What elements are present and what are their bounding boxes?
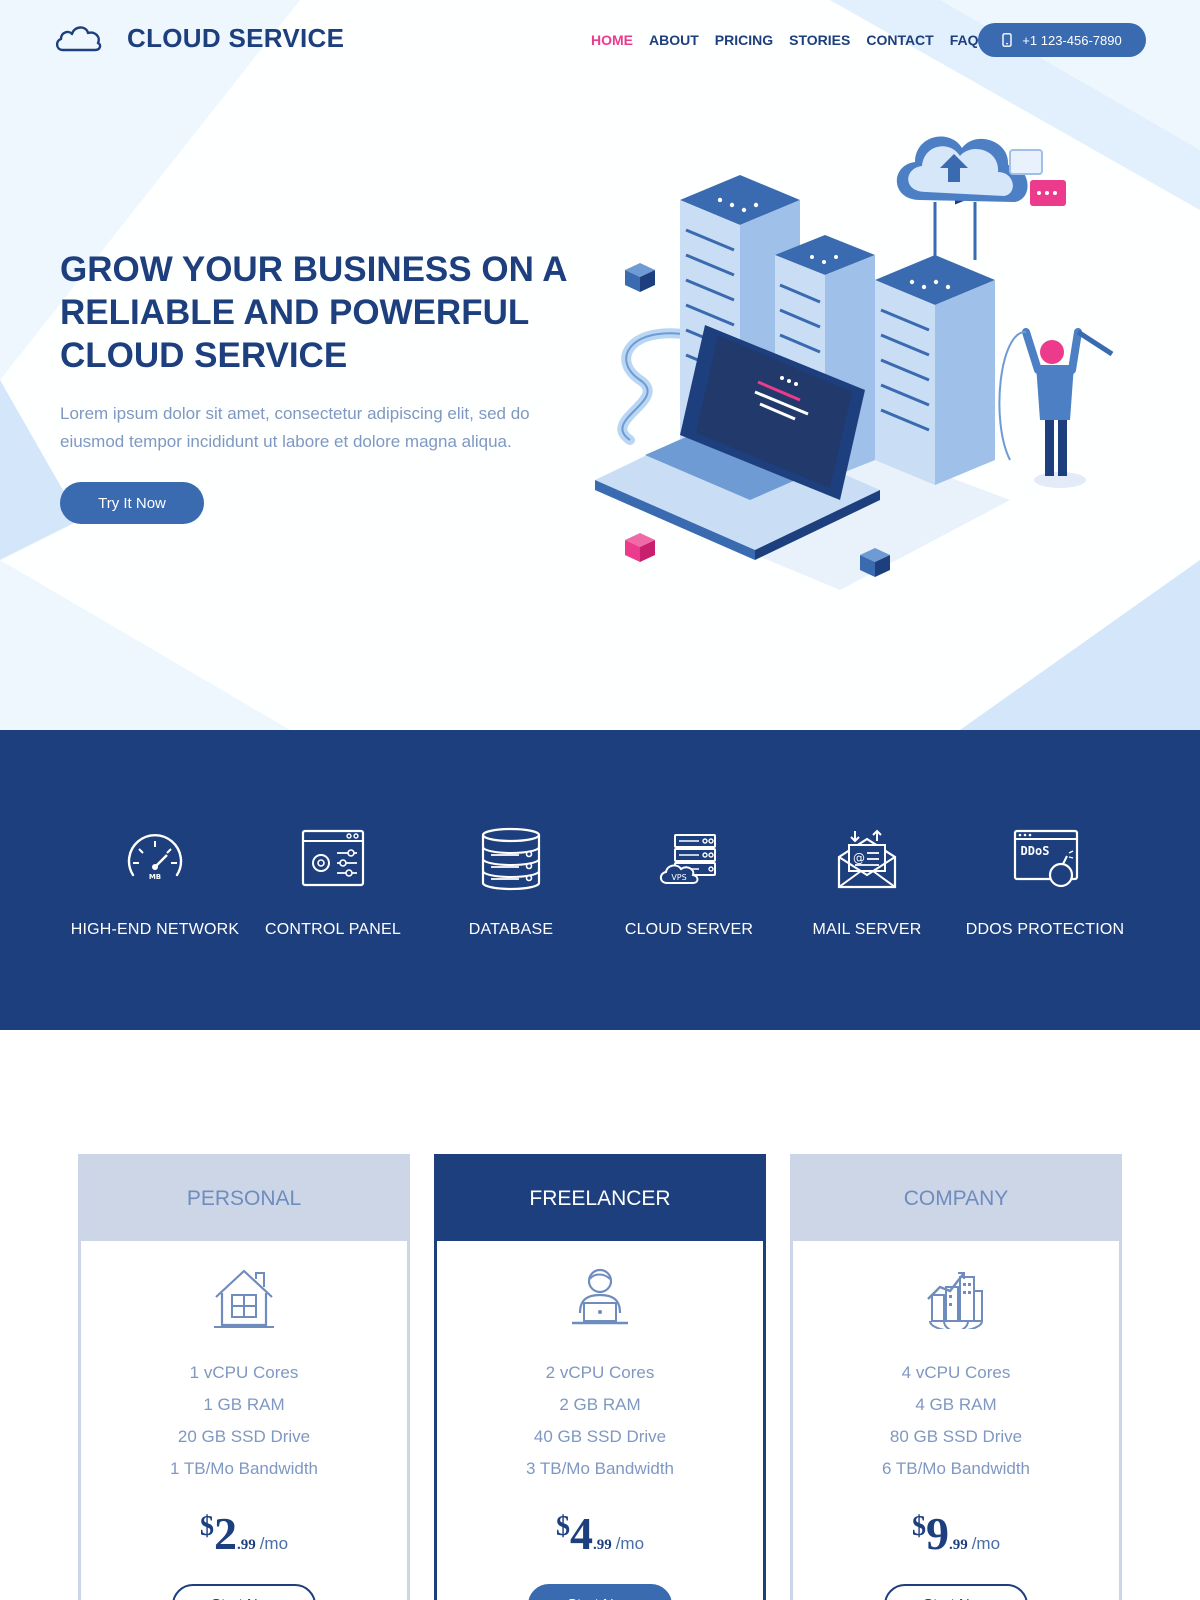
house-icon	[214, 1269, 274, 1328]
nav-home[interactable]: HOME	[591, 32, 633, 48]
price-decimal: .99	[948, 1537, 968, 1553]
plan-feature: 40 GB SSD Drive	[533, 1427, 667, 1446]
nav-faq[interactable]: FAQ	[950, 32, 979, 48]
site-header: CLOUD SERVICE HOME ABOUT PRICING STORIES…	[0, 0, 1200, 80]
ddos-text: DDoS	[1021, 844, 1050, 858]
plan-price: $4.99/mo	[437, 1507, 763, 1560]
feature-control-panel: CONTROL PANEL	[244, 825, 422, 939]
feature-mail-server: @ MAIL SERVER	[778, 825, 956, 939]
feature-ddos-protection: DDoS DDOS PROTECTION	[956, 825, 1134, 939]
vps-text: VPS	[671, 873, 686, 882]
feature-label: DATABASE	[468, 921, 554, 938]
server-illustration	[595, 136, 1114, 590]
feature-high-end-network: MB HIGH-END NETWORK	[66, 825, 244, 939]
plan-name: PERSONAL	[81, 1157, 407, 1241]
plan-feature: 1 TB/Mo Bandwidth	[169, 1459, 319, 1478]
plan-feature: 2 GB RAM	[559, 1395, 641, 1414]
main-nav: HOME ABOUT PRICING STORIES CONTACT FAQ	[591, 32, 979, 48]
price-currency: $	[555, 1511, 570, 1542]
plan-feature: 80 GB SSD Drive	[889, 1427, 1023, 1446]
hero-section: CLOUD SERVICE HOME ABOUT PRICING STORIES…	[0, 0, 1200, 730]
plan-feature: 2 vCPU Cores	[545, 1363, 655, 1382]
control-panel-icon	[301, 829, 365, 887]
plan-name: FREELANCER	[437, 1157, 763, 1241]
feature-label: MAIL SERVER	[812, 921, 922, 938]
plan-feature: 6 TB/Mo Bandwidth	[881, 1459, 1031, 1478]
hero-title-line: CLOUD SERVICE	[60, 336, 348, 375]
feature-label: DDOS PROTECTION	[965, 921, 1125, 938]
plan-name: COMPANY	[793, 1157, 1119, 1241]
feature-label: CLOUD SERVER	[624, 921, 754, 938]
plan-price: $9.99/mo	[793, 1507, 1119, 1560]
phone-icon	[1002, 33, 1012, 47]
nav-stories[interactable]: STORIES	[789, 32, 850, 48]
ddos-icon: DDoS	[1013, 829, 1079, 888]
start-now-button[interactable]: Start Now	[884, 1584, 1028, 1600]
plan-feature: 1 GB RAM	[203, 1395, 285, 1414]
plan-price: $2.99/mo	[81, 1507, 407, 1560]
price-period: /mo	[259, 1534, 289, 1553]
feature-database: DATABASE	[422, 825, 600, 939]
gauge-text: MB	[149, 873, 161, 881]
hero-title-line: GROW YOUR BUSINESS ON A	[60, 250, 568, 289]
plan-features: 1 vCPU Cores 1 GB RAM 20 GB SSD Drive 1 …	[81, 1357, 407, 1485]
brand-name: CLOUD SERVICE	[127, 22, 345, 53]
plan-feature: 4 vCPU Cores	[901, 1363, 1011, 1382]
start-now-button[interactable]: Start Now	[528, 1584, 672, 1600]
feature-cloud-server: VPS CLOUD SERVER	[600, 825, 778, 939]
plan-features: 4 vCPU Cores 4 GB RAM 80 GB SSD Drive 6 …	[793, 1357, 1119, 1485]
freelancer-icon	[572, 1268, 628, 1325]
nav-about[interactable]: ABOUT	[649, 32, 699, 48]
brand[interactable]: CLOUD SERVICE	[53, 22, 344, 54]
cube-icon	[625, 533, 655, 562]
speedometer-icon: MB	[127, 834, 183, 881]
pricing-card-company: COMPANY 4 vCPU Cores 4 GB RAM 80 GB SSD …	[790, 1154, 1122, 1600]
phone-button[interactable]: +1 123-456-7890	[978, 23, 1146, 57]
company-icon	[927, 1272, 983, 1329]
hero-title: GROW YOUR BUSINESS ON A RELIABLE AND POW…	[60, 248, 580, 377]
plan-feature: 20 GB SSD Drive	[177, 1427, 311, 1446]
at-sign-text: @	[853, 851, 865, 865]
upload-cloud-icon	[896, 136, 1028, 260]
mail-server-icon: @	[837, 829, 897, 889]
price-decimal: .99	[592, 1537, 612, 1553]
price-integer: 4	[569, 1508, 593, 1559]
nav-contact[interactable]: CONTACT	[866, 32, 933, 48]
chat-bubble-icon	[1009, 149, 1043, 175]
price-currency: $	[199, 1511, 214, 1542]
try-it-now-button[interactable]: Try It Now	[60, 482, 204, 524]
price-period: /mo	[615, 1534, 645, 1553]
phone-number: +1 123-456-7890	[1022, 32, 1122, 48]
pricing-card-freelancer: FREELANCER 2 vCPU Cores 2 GB RAM 40 GB S…	[434, 1154, 766, 1600]
cloud-server-icon: VPS	[659, 834, 716, 884]
cube-icon	[625, 263, 655, 292]
pricing-card-personal: PERSONAL 1 vCPU Cores 1 GB RAM 20 GB SSD…	[78, 1154, 410, 1600]
feature-label: CONTROL PANEL	[265, 921, 401, 938]
plan-feature: 4 GB RAM	[915, 1395, 997, 1414]
hero-title-line: RELIABLE AND POWERFUL	[60, 293, 530, 332]
start-now-button[interactable]: Start Now	[172, 1584, 316, 1600]
price-currency: $	[911, 1511, 926, 1542]
database-icon	[481, 827, 541, 891]
plan-feature: 3 TB/Mo Bandwidth	[525, 1459, 675, 1478]
person-icon	[998, 328, 1114, 488]
plan-feature: 1 vCPU Cores	[189, 1363, 299, 1382]
features-section: MB HIGH-END NETWORK CONTROL PANEL DATABA…	[0, 730, 1200, 1030]
nav-pricing[interactable]: PRICING	[715, 32, 773, 48]
price-integer: 2	[213, 1508, 237, 1559]
feature-label: HIGH-END NETWORK	[70, 921, 240, 938]
cloud-logo-icon	[55, 26, 102, 52]
plan-features: 2 vCPU Cores 2 GB RAM 40 GB SSD Drive 3 …	[437, 1357, 763, 1485]
price-decimal: .99	[236, 1537, 256, 1553]
price-integer: 9	[925, 1508, 949, 1559]
price-period: /mo	[971, 1534, 1001, 1553]
hero-description: Lorem ipsum dolor sit amet, consectetur …	[60, 404, 530, 451]
